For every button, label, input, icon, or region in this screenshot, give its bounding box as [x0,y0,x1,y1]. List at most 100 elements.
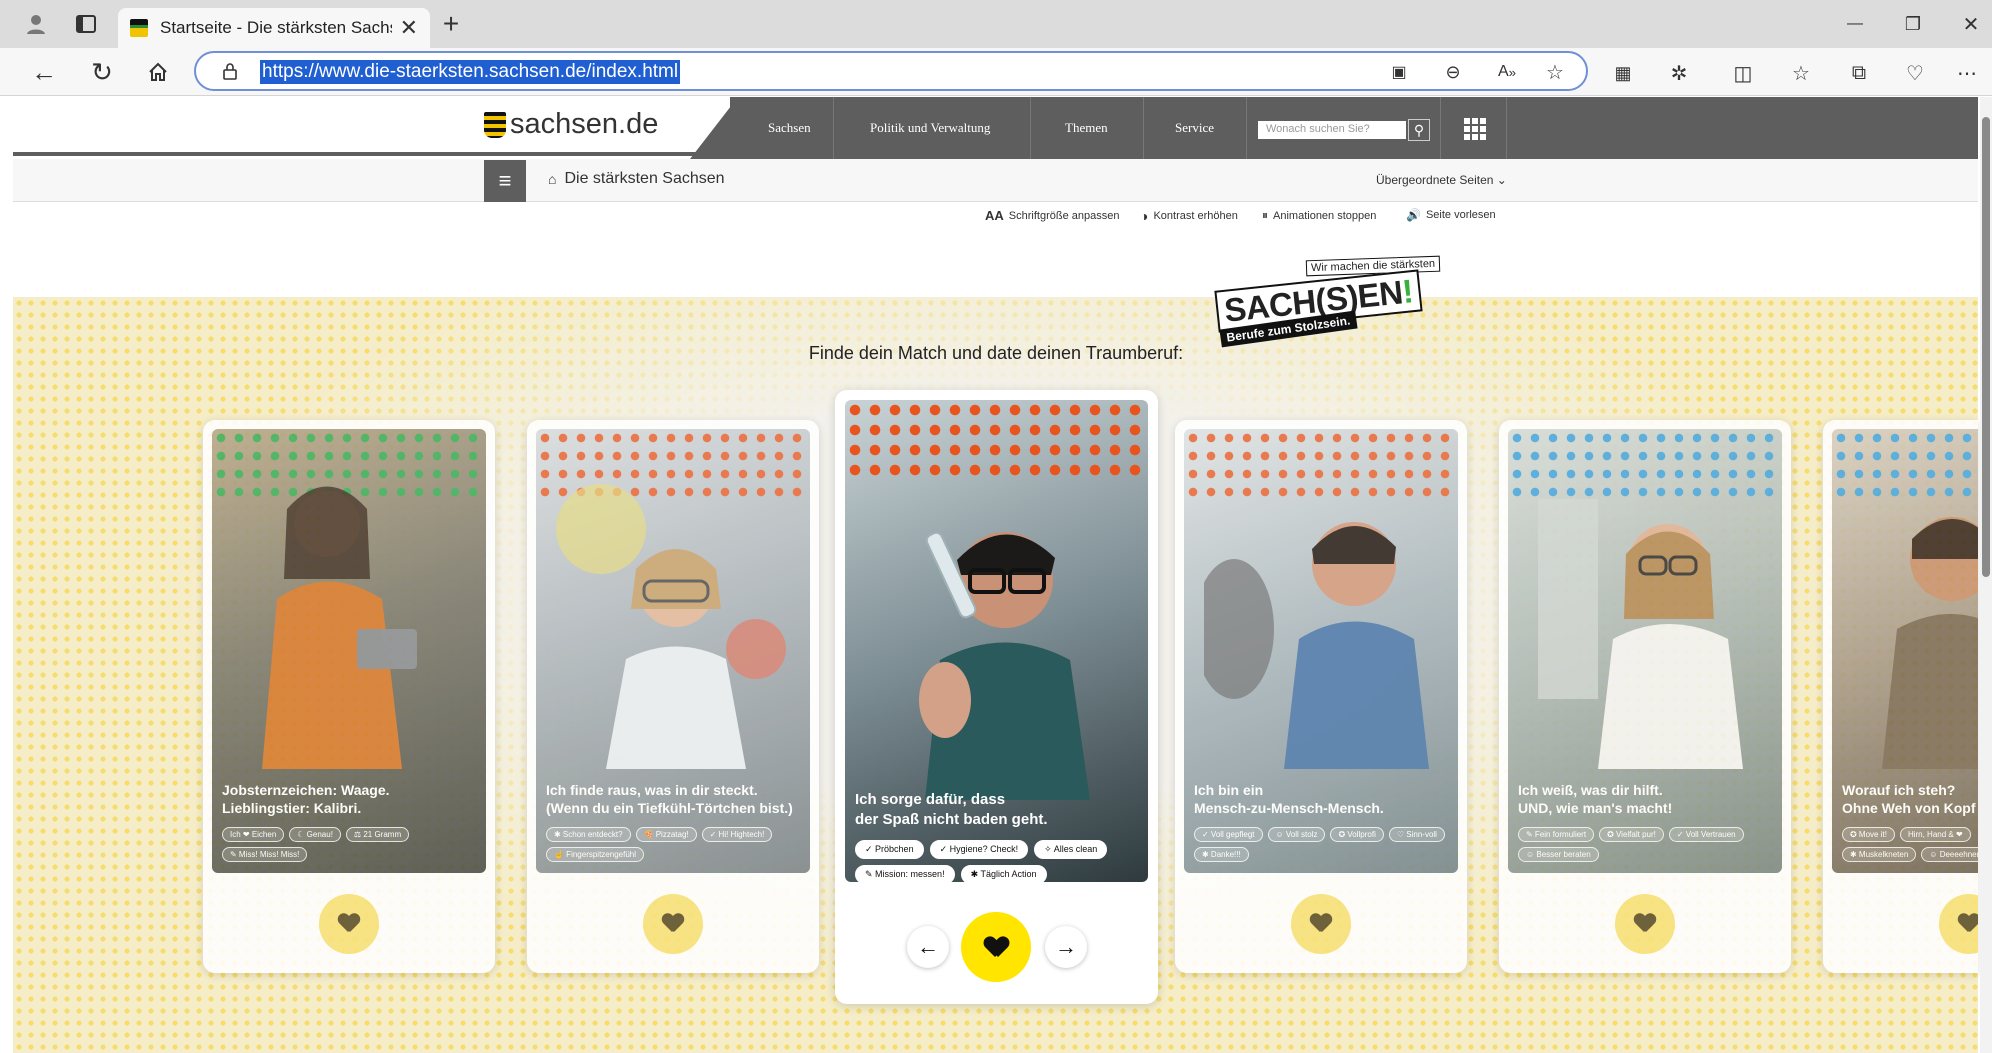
a11y-read-aloud[interactable]: 🔊 Seite vorlesen [1406,208,1496,222]
favorites-icon[interactable]: ☆ [1788,60,1814,86]
hamburger-menu-icon[interactable]: ≡ [484,160,526,202]
caption-line: Ich finde raus, was in dir steckt. [546,782,758,798]
like-button[interactable] [319,894,379,954]
minimize-button[interactable]: — [1840,10,1870,38]
job-card-caption: Ich sorge dafür, dass der Spaß nicht bad… [855,790,1048,830]
nav-item-politik[interactable]: Politik und Verwaltung [870,97,990,159]
heart-icon [338,914,360,934]
next-card-button[interactable]: → [1045,926,1087,968]
job-card-chips: ✓ Voll gepflegt ☺ Voll stolz ✪ Vollprofi… [1194,827,1454,862]
split-screen-icon[interactable]: ◫ [1730,60,1756,86]
performance-icon[interactable]: ♡ [1902,60,1928,86]
zoom-icon[interactable]: ⊖ [1442,61,1464,83]
chip: ♡ Sinn-voll [1388,827,1445,842]
search-icon[interactable]: ⚲ [1408,119,1430,141]
close-window-button[interactable]: ✕ [1956,10,1986,38]
job-card-chips: ✎ Fein formuliert ✪ Vielfalt pur! ✓ Voll… [1518,827,1778,862]
read-aloud-icon[interactable]: A» [1494,61,1520,83]
caption-line: UND, wie man's macht! [1518,800,1673,816]
caption-line: Ich bin ein [1194,782,1264,798]
apps-grid-icon[interactable] [1464,118,1486,140]
app-available-icon[interactable]: ▣ [1388,61,1410,83]
address-bar[interactable]: https://www.die-staerksten.sachsen.de/in… [194,51,1588,91]
chip: ✓ Pröbchen [855,840,924,859]
like-button[interactable] [1615,894,1675,954]
tab-actions-icon[interactable] [72,12,100,36]
restore-button[interactable]: ❐ [1898,10,1928,38]
job-card-photo: Jobsternzeichen: Waage. Lieblingstier: K… [212,429,486,873]
a11y-label: Kontrast erhöhen [1153,210,1238,222]
job-card-photo: Worauf ich steh? Ohne Weh von Kopf bis F… [1832,429,1978,873]
nav-separator [1440,97,1441,159]
sub-navigation [13,159,1978,202]
job-card-caption: Ich finde raus, was in dir steckt. (Wenn… [546,781,793,817]
job-card-chips: ✱ Schon entdeckt? 🍕 Pizzatag! ✓ Hi! High… [546,827,806,862]
add-favorite-icon[interactable]: ☆ [1544,61,1566,84]
home-icon[interactable] [142,56,174,88]
a11y-label: Seite vorlesen [1425,209,1496,221]
tab-active[interactable]: Startseite - Die stärksten Sachsen ✕ [118,8,430,48]
chip: ✱ Danke!!! [1194,847,1249,862]
heart-icon [662,914,684,934]
job-card-active[interactable]: Ich sorge dafür, dass der Spaß nicht bad… [835,390,1158,1004]
url-text[interactable]: https://www.die-staerksten.sachsen.de/in… [260,60,681,84]
nav-separator [1030,97,1031,159]
job-card[interactable]: Worauf ich steh? Ohne Weh von Kopf bis F… [1823,420,1978,973]
parent-pages-dropdown[interactable]: Übergeordnete Seiten ⌄ [1376,173,1507,187]
chip: 🍕 Pizzatag! [635,827,697,842]
job-card-chips: ✓ Pröbchen ✓ Hygiene? Check! ✧ Alles cle… [855,840,1145,882]
like-button[interactable] [1291,894,1351,954]
extensions-icon[interactable]: ✲ [1666,60,1692,86]
back-icon[interactable]: ← [28,56,60,88]
profile-icon[interactable] [22,12,50,36]
hero-headline: Finde dein Match und date deinen Traumbe… [808,343,1184,363]
chip: ✎ Mission: messen! [855,865,955,882]
reload-icon[interactable]: ↻ [86,56,118,88]
close-tab-icon[interactable]: ✕ [400,15,418,41]
job-card-chips: ✪ Move it! Hirn, Hand & ❤ ✱ Muskelkneten… [1842,827,1978,862]
chip: ☝ Fingerspitzengefühl [546,847,645,862]
chip: ✓ Hygiene? Check! [929,840,1029,859]
header-divider [13,152,713,156]
breadcrumb[interactable]: ⌂ Die stärksten Sachsen [548,170,725,188]
more-menu-icon[interactable]: ⋯ [1954,60,1980,86]
like-button[interactable] [1939,894,1978,954]
chip: ✓ Hi! Hightech! [701,827,773,842]
job-card-caption: Jobsternzeichen: Waage. Lieblingstier: K… [222,781,390,817]
caption-line: Lieblingstier: Kalibri. [222,800,362,816]
a11y-contrast[interactable]: ◑ Kontrast erhöhen [1140,208,1238,224]
a11y-label: Schriftgröße anpassen [1008,209,1120,222]
caption-line: Worauf ich steh? [1842,782,1956,798]
chip: ✓ Voll gepflegt [1194,827,1263,842]
lock-icon[interactable] [220,61,240,81]
nav-item-themen[interactable]: Themen [1065,97,1108,159]
job-card-caption: Ich weiß, was dir hilft. UND, wie man's … [1518,781,1672,817]
chip: ✱ Schon entdeckt? [546,827,631,842]
page-scrollbar[interactable] [1980,97,1992,1053]
job-card-caption: Worauf ich steh? Ohne Weh von Kopf bis F… [1842,781,1978,817]
like-button[interactable] [961,912,1031,982]
job-card-caption: Ich bin ein Mensch-zu-Mensch-Mensch. [1194,781,1384,817]
nav-item-service[interactable]: Service [1175,97,1214,159]
caption-line: Ohne Weh von Kopf bis Fuß [1842,800,1978,816]
job-card[interactable]: Ich bin ein Mensch-zu-Mensch-Mensch. ✓ V… [1175,420,1467,973]
a11y-animations[interactable]: ⏸ Animationen stoppen [1262,208,1376,223]
heart-icon [1310,914,1332,934]
prev-card-button[interactable]: ← [907,926,949,968]
site-logo[interactable]: sachsen.de [484,108,658,141]
job-card-chips: Ich ❤ Eichen ☾ Genau! ⚖ 21 Gramm ✎ Miss!… [222,827,482,862]
collections-add-icon[interactable]: ⧉ [1846,60,1872,86]
campaign-badge: Wir machen die stärksten SACH(S)EN! Beru… [1214,255,1441,348]
job-card[interactable]: Jobsternzeichen: Waage. Lieblingstier: K… [203,420,495,973]
job-card[interactable]: Ich weiß, was dir hilft. UND, wie man's … [1499,420,1791,973]
like-button[interactable] [643,894,703,954]
collections-icon[interactable]: ▦ [1610,60,1636,86]
scrollbar-thumb[interactable] [1982,117,1990,577]
nav-item-sachsen[interactable]: Sachsen [768,97,811,159]
a11y-font-size[interactable]: AA Schriftgröße anpassen [985,208,1119,223]
new-tab-button[interactable]: + [436,8,466,40]
site-search-input[interactable]: Wonach suchen Sie? [1258,121,1406,139]
chip: ☺ Voll stolz [1267,827,1326,842]
job-card[interactable]: Ich finde raus, was in dir steckt. (Wenn… [527,420,819,973]
font-size-icon: AA [985,208,1004,223]
